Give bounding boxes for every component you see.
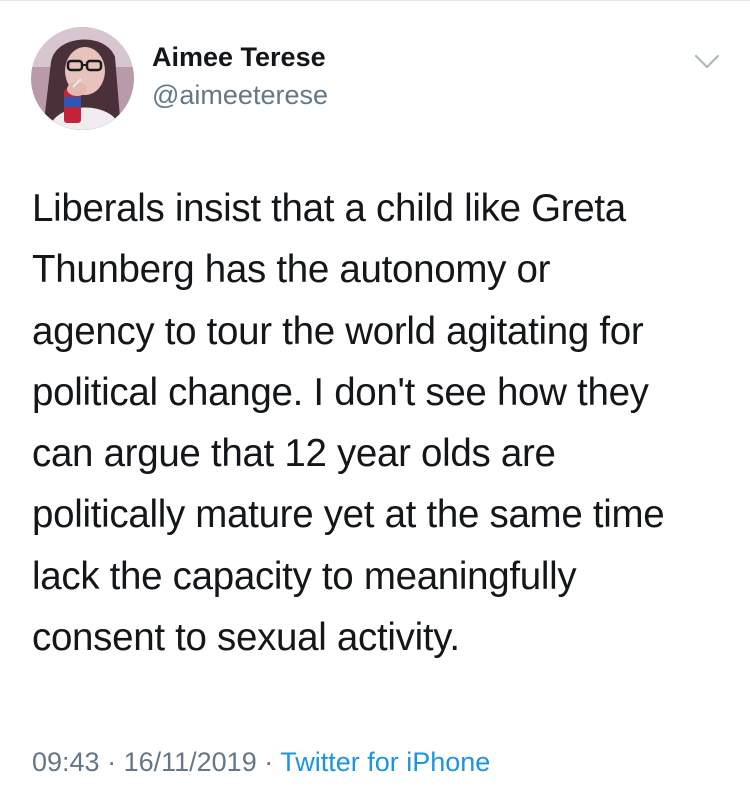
- tweet: Aimee Terese @aimeeterese Liberals insis…: [0, 0, 750, 807]
- tweet-text-line: Thunberg has the autonomy or: [32, 248, 551, 292]
- tweet-time: 09:43: [32, 747, 100, 777]
- tweet-source-link[interactable]: Twitter for iPhone: [280, 747, 490, 777]
- meta-separator: ·: [99, 747, 124, 777]
- tweet-text-line: lack the capacity to meaningfully: [32, 554, 577, 598]
- avatar-photo: [31, 27, 134, 130]
- tweet-text-line: political change. I don't see how they: [32, 370, 649, 414]
- tweet-text: Liberals insist that a child like Greta …: [32, 178, 732, 668]
- author-handle[interactable]: @aimeeterese: [152, 80, 328, 111]
- tweet-date: 16/11/2019: [123, 747, 257, 777]
- tweet-text-line: Liberals insist that a child like Greta: [32, 187, 626, 230]
- tweet-text-line: consent to sexual activity.: [32, 616, 460, 660]
- tweet-text-line: politically mature yet at the same time: [32, 493, 665, 537]
- tweet-text-line: agency to tour the world agitating for: [32, 309, 644, 353]
- avatar[interactable]: [31, 27, 134, 130]
- tweet-meta: 09:43 · 16/11/2019 · Twitter for iPhone: [32, 747, 490, 778]
- author-display-name[interactable]: Aimee Terese: [152, 42, 326, 73]
- meta-separator: ·: [256, 747, 281, 777]
- chevron-down-icon[interactable]: [694, 52, 720, 72]
- tweet-text-line: can argue that 12 year olds are: [32, 432, 556, 476]
